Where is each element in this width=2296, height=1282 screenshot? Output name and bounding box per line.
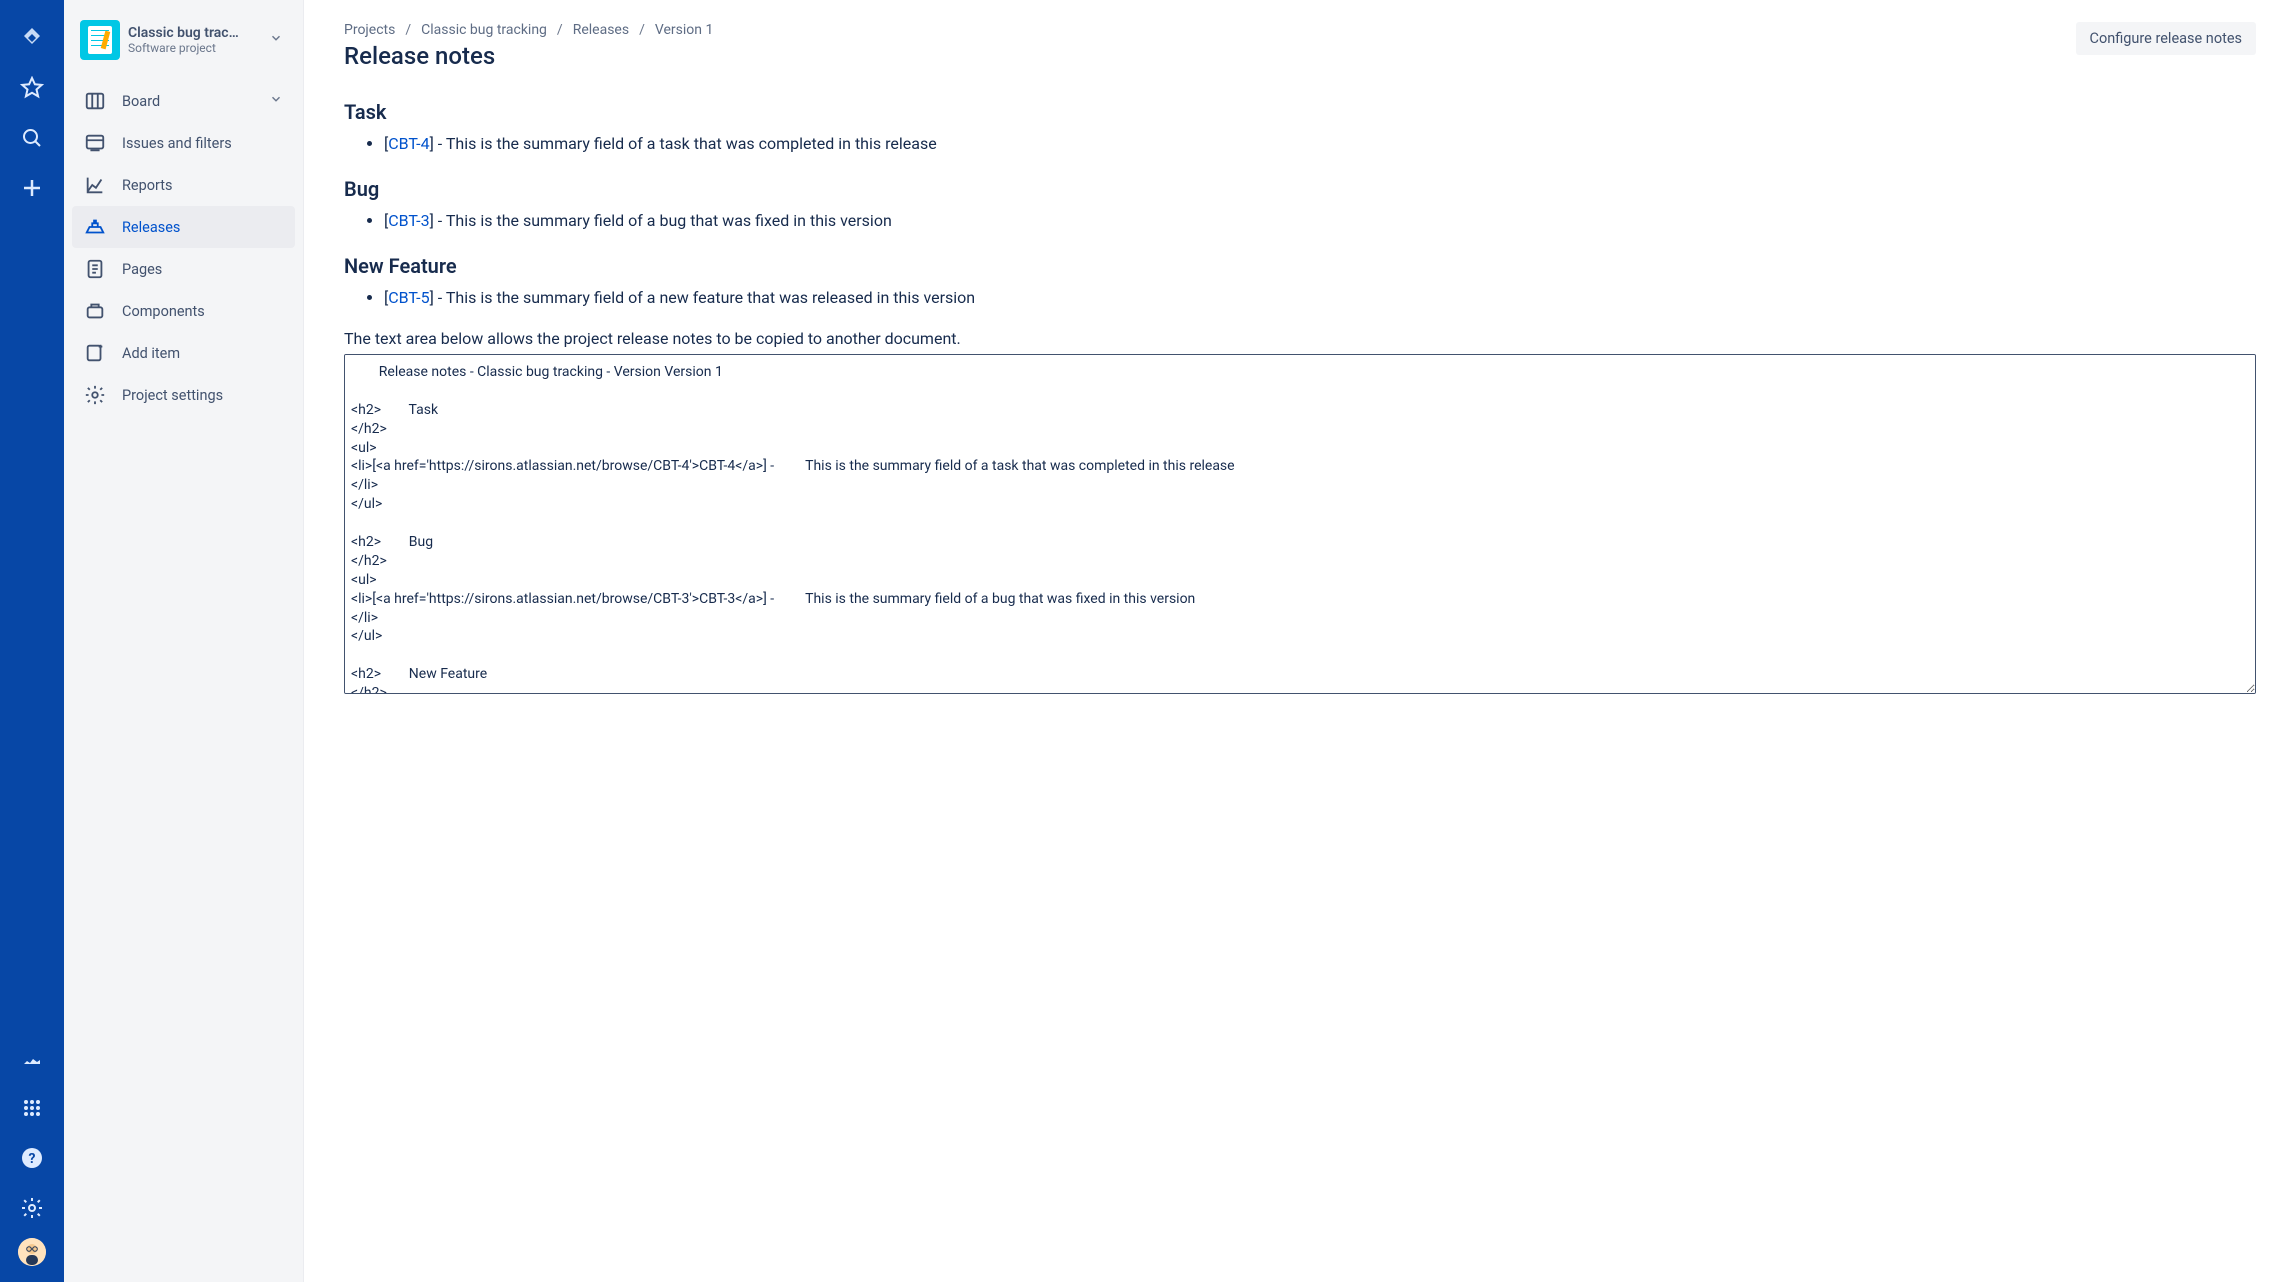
- issues-icon: [84, 132, 106, 154]
- svg-text:?: ?: [29, 1151, 36, 1167]
- components-icon: [84, 300, 106, 322]
- breadcrumb-separator: /: [639, 22, 645, 38]
- issue-list: [CBT-3] - This is the summary field of a…: [344, 209, 2256, 232]
- project-title: Classic bug trac…: [128, 25, 257, 41]
- sidebar-item-reports[interactable]: Reports: [72, 164, 295, 206]
- issue-summary: ] - This is the summary field of a new f…: [430, 288, 976, 307]
- issue-summary: ] - This is the summary field of a bug t…: [430, 211, 892, 230]
- sidebar-item-add-item[interactable]: Add item: [72, 332, 295, 374]
- section-heading: Bug: [344, 177, 2256, 201]
- issue-summary: ] - This is the summary field of a task …: [430, 134, 937, 153]
- issue-key-link[interactable]: CBT-5: [388, 288, 429, 307]
- project-header[interactable]: Classic bug trac… Software project: [72, 20, 295, 74]
- jira-logo[interactable]: [12, 18, 52, 58]
- project-subtitle: Software project: [128, 41, 257, 55]
- chevron-down-icon[interactable]: [265, 27, 287, 53]
- sidebar-item-label: Reports: [122, 177, 173, 194]
- issue-key-link[interactable]: CBT-3: [388, 211, 429, 230]
- helper-text: The text area below allows the project r…: [344, 329, 2256, 348]
- issue-item: [CBT-4] - This is the summary field of a…: [384, 132, 2256, 155]
- page-title: Release notes: [344, 42, 713, 70]
- sidebar-item-label: Releases: [122, 219, 180, 236]
- sidebar-item-pages[interactable]: Pages: [72, 248, 295, 290]
- search-icon[interactable]: [12, 118, 52, 158]
- create-icon[interactable]: [12, 168, 52, 208]
- breadcrumb-link[interactable]: Projects: [344, 22, 395, 38]
- issue-item: [CBT-5] - This is the summary field of a…: [384, 286, 2256, 309]
- releases-icon: [84, 216, 106, 238]
- issue-list: [CBT-5] - This is the summary field of a…: [344, 286, 2256, 309]
- breadcrumb-link[interactable]: Releases: [573, 22, 629, 38]
- breadcrumbs: Projects / Classic bug tracking / Releases / V…: [344, 22, 713, 38]
- breadcrumb-separator: /: [557, 22, 563, 38]
- issue-list: [CBT-4] - This is the summary field of a…: [344, 132, 2256, 155]
- issue-item: [CBT-3] - This is the summary field of a…: [384, 209, 2256, 232]
- main-content: Projects / Classic bug tracking / Releases / V…: [304, 0, 2296, 1282]
- sidebar-item-components[interactable]: Components: [72, 290, 295, 332]
- notifications-icon[interactable]: [12, 1038, 52, 1078]
- configure-release-notes-button[interactable]: Configure release notes: [2076, 22, 2256, 55]
- settings-icon: [84, 384, 106, 406]
- sidebar-item-label: Pages: [122, 261, 162, 278]
- section-heading: Task: [344, 100, 2256, 124]
- sidebar-item-label: Components: [122, 303, 205, 320]
- add-item-icon: [84, 342, 106, 364]
- sidebar-item-board[interactable]: Board: [72, 80, 295, 122]
- section-heading: New Feature: [344, 254, 2256, 278]
- settings-icon[interactable]: [12, 1188, 52, 1228]
- sidebar-item-releases[interactable]: Releases: [72, 206, 295, 248]
- project-sidebar: Classic bug trac… Software project Board…: [64, 0, 304, 1282]
- sidebar-item-label: Issues and filters: [122, 135, 232, 152]
- sidebar-item-label: Project settings: [122, 387, 223, 404]
- sidebar-item-project-settings[interactable]: Project settings: [72, 374, 295, 416]
- sidebar-item-label: Board: [122, 93, 160, 110]
- breadcrumb-link[interactable]: Classic bug tracking: [421, 22, 547, 38]
- sidebar-item-issues-and-filters[interactable]: Issues and filters: [72, 122, 295, 164]
- breadcrumb-separator: /: [405, 22, 411, 38]
- sidebar-nav: Board Issues and filters Reports Releases Pa…: [72, 80, 295, 416]
- issue-key-link[interactable]: CBT-4: [388, 134, 429, 153]
- star-icon[interactable]: [12, 68, 52, 108]
- project-icon: [80, 20, 120, 60]
- pages-icon: [84, 258, 106, 280]
- board-icon: [84, 90, 106, 112]
- apps-icon[interactable]: [12, 1088, 52, 1128]
- release-notes-textarea[interactable]: [344, 354, 2256, 694]
- help-icon[interactable]: ?: [12, 1138, 52, 1178]
- breadcrumb-link[interactable]: Version 1: [655, 22, 713, 38]
- sidebar-item-label: Add item: [122, 345, 180, 362]
- chevron-down-icon: [269, 92, 283, 110]
- user-avatar[interactable]: [18, 1238, 46, 1266]
- reports-icon: [84, 174, 106, 196]
- global-nav: ?: [0, 0, 64, 1282]
